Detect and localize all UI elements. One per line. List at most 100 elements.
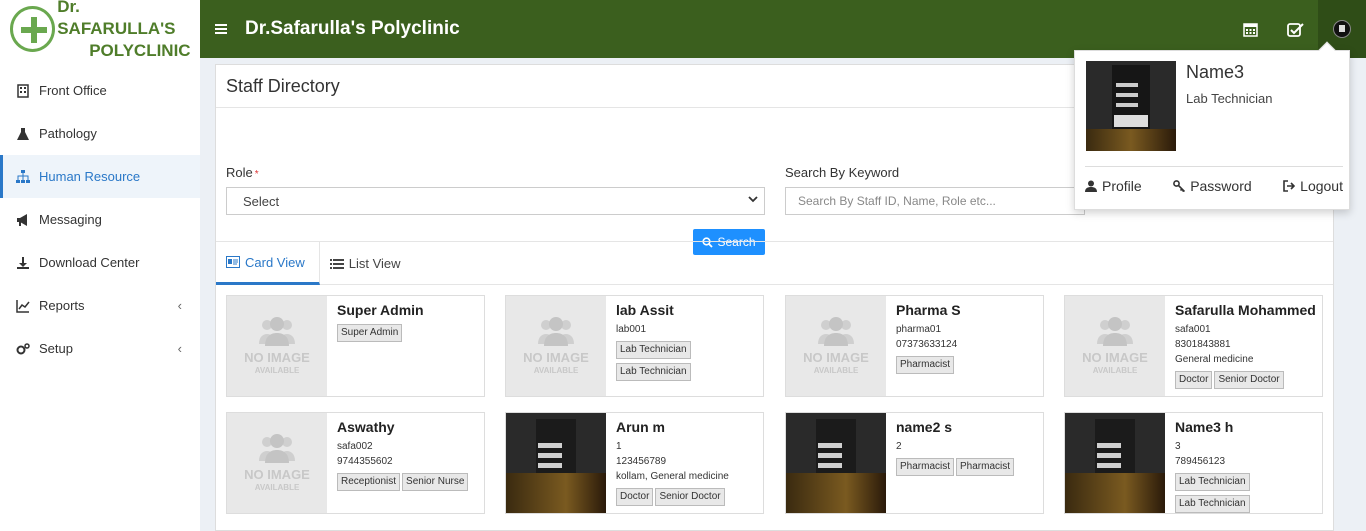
- no-image-subtext: AVAILABLE: [1092, 366, 1138, 375]
- staff-photo: [506, 413, 606, 513]
- staff-photo: [1065, 413, 1165, 513]
- cogs-icon: [15, 342, 31, 356]
- users-icon: [818, 317, 854, 346]
- role-badge: Lab Technician: [616, 341, 691, 359]
- role-badges: Pharmacist: [896, 354, 1043, 376]
- staff-card[interactable]: name2 s 2 Pharmacist Pharmacist: [785, 412, 1044, 514]
- staff-detail: General medicine: [1175, 354, 1254, 365]
- role-badges: Doctor Senior Doctor: [616, 486, 763, 508]
- sidebar-item-label: Messaging: [39, 212, 102, 227]
- user-icon: [1085, 180, 1097, 192]
- role-badge: Senior Nurse: [402, 473, 469, 491]
- staff-detail: 9744355602: [337, 456, 393, 467]
- sidebar-item-label: Pathology: [39, 126, 97, 141]
- staff-card-body: Pharma S pharma01 07373633124 Pharmacist: [886, 296, 1043, 396]
- sidebar-item-human-resource[interactable]: Human Resource: [0, 155, 200, 198]
- role-badge: Lab Technician: [1175, 495, 1250, 513]
- bullhorn-icon: [15, 213, 31, 227]
- staff-name[interactable]: lab Assit: [616, 302, 763, 318]
- staff-card-body: lab Assit lab001 Lab Technician Lab Technic…: [606, 296, 763, 396]
- staff-name[interactable]: Arun m: [616, 419, 763, 435]
- staff-name[interactable]: Aswathy: [337, 419, 484, 435]
- user-menu-links: Profile Password Logout: [1085, 178, 1343, 194]
- staff-name[interactable]: Super Admin: [337, 302, 484, 318]
- role-badge: Pharmacist: [896, 356, 955, 374]
- role-badge: Senior Doctor: [655, 488, 725, 506]
- no-image-subtext: AVAILABLE: [533, 366, 579, 375]
- sidebar-item-label: Reports: [39, 298, 85, 313]
- user-name: Name3: [1186, 62, 1245, 82]
- brand-logo[interactable]: Dr. SAFARULLA'S POLYCLINIC: [0, 0, 200, 60]
- staff-detail: safa001: [1175, 324, 1211, 335]
- role-badge: Lab Technician: [616, 363, 691, 381]
- hamburger-menu-icon[interactable]: [215, 22, 227, 36]
- staff-card[interactable]: NO IMAGE AVAILABLE Super Admin Super Admin: [226, 295, 485, 397]
- staff-name[interactable]: Name3 h: [1175, 419, 1322, 435]
- sidebar-item-pathology[interactable]: Pathology: [0, 112, 200, 155]
- sidebar-item-front-office[interactable]: Front Office: [0, 69, 200, 112]
- staff-photo: [786, 413, 886, 513]
- page-title: Staff Directory: [226, 75, 340, 96]
- staff-card[interactable]: NO IMAGE AVAILABLE Safarulla Mohammed safa0…: [1064, 295, 1323, 397]
- no-image-placeholder: NO IMAGE AVAILABLE: [1065, 296, 1165, 396]
- tab-card-view[interactable]: Card View: [216, 242, 320, 285]
- no-image-text: NO IMAGE: [1082, 350, 1148, 365]
- staff-name[interactable]: Pharma S: [896, 302, 1043, 318]
- tab-list-view[interactable]: List View: [320, 242, 415, 285]
- sidebar-item-setup[interactable]: Setup ‹: [0, 327, 200, 370]
- role-label: Role *: [226, 165, 259, 180]
- list-icon: [329, 258, 344, 269]
- user-photo: [1086, 61, 1176, 151]
- staff-detail: 2: [896, 441, 902, 452]
- staff-detail: 8301843881: [1175, 339, 1231, 350]
- staff-detail: 1: [616, 441, 622, 452]
- staff-card[interactable]: NO IMAGE AVAILABLE Pharma S pharma01 0737363…: [785, 295, 1044, 397]
- staff-card[interactable]: NO IMAGE AVAILABLE lab Assit lab001 Lab Tech…: [505, 295, 764, 397]
- logout-link[interactable]: Logout: [1283, 178, 1343, 194]
- chevron-left-icon: ‹: [177, 341, 182, 356]
- role-badge: Lab Technician: [1175, 473, 1250, 491]
- staff-detail: 07373633124: [896, 339, 958, 350]
- staff-detail: lab001: [616, 324, 647, 335]
- role-badges: Doctor Senior Doctor: [1175, 369, 1322, 391]
- line-chart-icon: [15, 299, 31, 313]
- staff-card[interactable]: NO IMAGE AVAILABLE Aswathy safa002 974435560…: [226, 412, 485, 514]
- role-badge: Pharmacist: [896, 458, 955, 476]
- brand-line-1: Dr. SAFARULLA'S: [57, 0, 176, 38]
- brand-name: Dr. SAFARULLA'S POLYCLINIC: [57, 0, 200, 62]
- staff-card-body: Aswathy safa002 9744355602 Receptionist Seni…: [327, 413, 484, 513]
- id-card-icon: [226, 256, 240, 268]
- staff-card[interactable]: Name3 h 3 789456123 Lab TechnicianLab Techn…: [1064, 412, 1323, 514]
- building-icon: [15, 83, 31, 98]
- role-badges: Super Admin: [337, 322, 484, 344]
- sidebar-item-download-center[interactable]: Download Center: [0, 241, 200, 284]
- keyword-search-input[interactable]: Search By Staff ID, Name, Role etc...: [785, 187, 1085, 215]
- users-icon: [1097, 317, 1133, 346]
- no-image-placeholder: NO IMAGE AVAILABLE: [506, 296, 606, 396]
- download-icon: [15, 256, 31, 270]
- staff-name[interactable]: Safarulla Mohammed: [1175, 302, 1322, 318]
- staff-card[interactable]: Arun m 1 123456789 kollam, General medicine…: [505, 412, 764, 514]
- staff-detail: 3: [1175, 441, 1181, 452]
- calendar-icon: [1243, 22, 1258, 37]
- sidebar-item-reports[interactable]: Reports ‹: [0, 284, 200, 327]
- check-square-icon: [1287, 22, 1304, 37]
- sidebar-item-messaging[interactable]: Messaging: [0, 198, 200, 241]
- password-link[interactable]: Password: [1173, 178, 1252, 194]
- staff-name[interactable]: name2 s: [896, 419, 1043, 435]
- flask-icon: [15, 127, 31, 141]
- sidebar-item-label: Front Office: [39, 83, 107, 98]
- sidebar-item-label: Download Center: [39, 255, 140, 270]
- no-image-subtext: AVAILABLE: [254, 483, 300, 492]
- profile-link[interactable]: Profile: [1085, 178, 1142, 194]
- role-badge: Super Admin: [337, 324, 403, 342]
- no-image-text: NO IMAGE: [244, 350, 310, 365]
- role-select[interactable]: Select: [226, 187, 765, 215]
- no-image-placeholder: NO IMAGE AVAILABLE: [227, 296, 327, 396]
- app-title: Dr.Safarulla's Polyclinic: [245, 18, 460, 39]
- tab-label: List View: [348, 256, 401, 271]
- divider: [1085, 166, 1343, 167]
- users-icon: [259, 434, 295, 463]
- staff-detail: 123456789: [616, 456, 667, 467]
- role-badge: Receptionist: [337, 473, 401, 491]
